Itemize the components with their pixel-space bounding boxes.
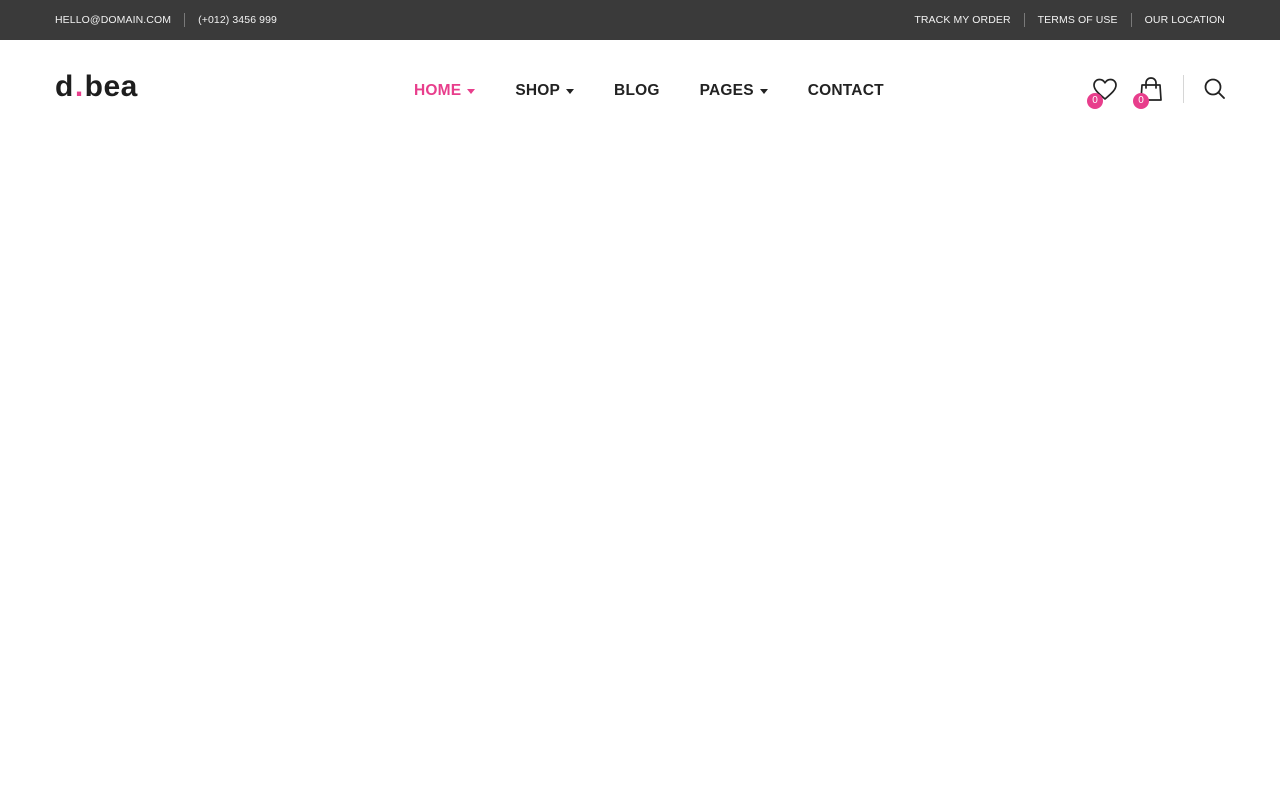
nav-item-label: HOME [414, 82, 462, 99]
nav-item-home[interactable]: HOME [414, 82, 476, 100]
logo-part-2: bea [84, 70, 138, 103]
main-nav: HOME SHOP BLOG PAGES CONTACT [414, 80, 884, 102]
cart-button[interactable]: 0 [1133, 74, 1166, 109]
caret-down-icon [566, 89, 575, 94]
site-logo[interactable]: d. bea [55, 70, 138, 102]
wishlist-count-badge: 0 [1087, 93, 1103, 109]
header-actions: 0 0 [1087, 74, 1230, 110]
track-order-link[interactable]: TRACK MY ORDER [914, 14, 1010, 26]
divider [1023, 13, 1025, 27]
email-link[interactable]: HELLO@DOMAIN.COM [55, 14, 171, 26]
divider [1183, 75, 1184, 103]
main-header: d. bea HOME SHOP BLOG PAGES CONTACT 0 0 [0, 40, 1280, 140]
nav-item-label: BLOG [614, 82, 660, 99]
wishlist-button[interactable]: 0 [1087, 74, 1120, 109]
terms-of-use-link[interactable]: TERMS OF USE [1038, 14, 1118, 26]
topbar-contact: HELLO@DOMAIN.COM (+012) 3456 999 [55, 0, 277, 40]
nav-item-shop[interactable]: SHOP [515, 82, 575, 100]
search-button[interactable] [1200, 74, 1230, 104]
cart-count-badge: 0 [1133, 93, 1149, 109]
caret-down-icon [759, 89, 768, 94]
logo-part-1: d [55, 70, 74, 103]
nav-item-label: PAGES [699, 82, 754, 99]
nav-item-blog[interactable]: BLOG [614, 82, 660, 100]
topbar-links: TRACK MY ORDER TERMS OF USE OUR LOCATION [914, 0, 1225, 40]
phone-link[interactable]: (+012) 3456 999 [198, 14, 277, 26]
search-icon [1204, 78, 1225, 99]
our-location-link[interactable]: OUR LOCATION [1145, 14, 1225, 26]
nav-item-pages[interactable]: PAGES [700, 82, 768, 100]
nav-item-label: CONTACT [807, 82, 884, 99]
logo-dot: . [74, 70, 84, 103]
nav-item-label: SHOP [515, 82, 561, 99]
divider [1130, 13, 1132, 27]
top-bar: HELLO@DOMAIN.COM (+012) 3456 999 TRACK M… [0, 0, 1280, 40]
caret-down-icon [467, 89, 476, 94]
divider [184, 13, 186, 27]
nav-item-contact[interactable]: CONTACT [808, 82, 884, 100]
